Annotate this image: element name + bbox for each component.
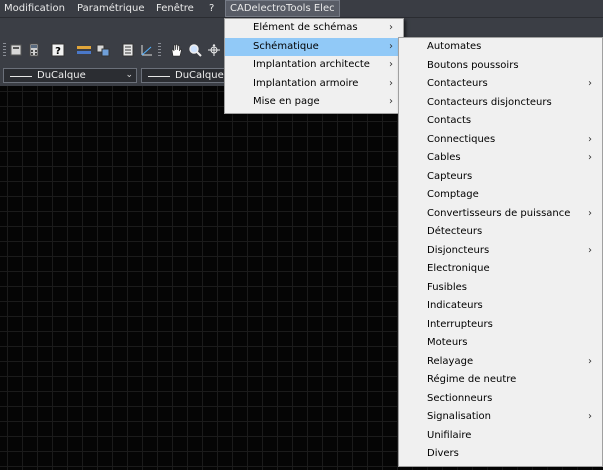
svg-text:?: ? bbox=[55, 46, 61, 57]
layer-combo-value: DuCalque bbox=[37, 70, 86, 81]
chevron-right-icon: › bbox=[389, 96, 393, 107]
submenu-item-signalisation[interactable]: Signalisation › bbox=[399, 408, 602, 427]
chevron-right-icon: › bbox=[588, 78, 592, 89]
submenu-item-interrupteurs[interactable]: Interrupteurs bbox=[399, 316, 602, 335]
submenu-item-contacteurs[interactable]: Contacteurs › bbox=[399, 75, 602, 94]
layer-state-icon[interactable] bbox=[8, 42, 24, 58]
menu-item-schematique[interactable]: Schématique › bbox=[225, 37, 403, 56]
menu-item-mise-en-page[interactable]: Mise en page › bbox=[225, 93, 403, 112]
menu-help[interactable]: ? bbox=[205, 0, 218, 17]
submenu-item-cables[interactable]: Cables › bbox=[399, 149, 602, 168]
menu-parametrique[interactable]: Paramétrique bbox=[73, 0, 149, 17]
menu-modification[interactable]: Modification bbox=[0, 0, 69, 17]
help-icon[interactable]: ? bbox=[50, 42, 66, 58]
submenu-item-indicateurs[interactable]: Indicateurs bbox=[399, 297, 602, 316]
chevron-right-icon: › bbox=[588, 355, 592, 367]
menu-item-element-de-schemas[interactable]: Elément de schémas › bbox=[225, 19, 403, 38]
schematique-submenu: Automates Boutons poussoirs Contacteurs ›… bbox=[398, 37, 603, 467]
submenu-item-disjoncteurs[interactable]: Disjoncteurs › bbox=[399, 242, 602, 261]
chevron-right-icon: › bbox=[389, 59, 393, 70]
menu-fenetre[interactable]: Fenêtre bbox=[152, 0, 198, 17]
linetype-sample bbox=[10, 76, 32, 77]
submenu-item-divers[interactable]: Divers bbox=[399, 445, 602, 464]
linetype-combo-value: DuCalque bbox=[175, 70, 224, 81]
pan-icon[interactable] bbox=[168, 42, 184, 58]
submenu-item-moteurs[interactable]: Moteurs bbox=[399, 334, 602, 353]
chevron-right-icon: › bbox=[588, 411, 592, 422]
chevron-right-icon: › bbox=[389, 22, 393, 33]
chevron-right-icon: › bbox=[588, 244, 592, 256]
chevron-right-icon: › bbox=[389, 40, 393, 52]
layer-combo[interactable]: DuCalque ⌄ bbox=[3, 68, 137, 83]
cadelectrotools-menu: Elément de schémas › Schématique › Implant… bbox=[224, 18, 404, 114]
linetype-combo[interactable]: DuCalque bbox=[141, 68, 225, 83]
properties-icon[interactable] bbox=[120, 42, 136, 58]
menubar: Modification Paramétrique Fenêtre ? CADe… bbox=[0, 0, 603, 18]
chevron-right-icon: › bbox=[588, 152, 592, 163]
submenu-item-convertisseurs-de-puissance[interactable]: Convertisseurs de puissance › bbox=[399, 205, 602, 224]
submenu-item-relayage[interactable]: Relayage › bbox=[399, 353, 602, 372]
calculator-icon[interactable] bbox=[26, 42, 42, 58]
submenu-item-comptage[interactable]: Comptage bbox=[399, 186, 602, 205]
submenu-item-contacteurs-disjoncteurs[interactable]: Contacteurs disjoncteurs bbox=[399, 94, 602, 113]
chevron-right-icon: › bbox=[588, 207, 592, 219]
submenu-item-connectiques[interactable]: Connectiques › bbox=[399, 131, 602, 150]
menu-cadelectrotools-elec[interactable]: CADelectroTools Elec bbox=[225, 0, 340, 17]
submenu-item-detecteurs[interactable]: Détecteurs bbox=[399, 223, 602, 242]
menu-item-implantation-armoire[interactable]: Implantation armoire › bbox=[225, 75, 403, 94]
submenu-item-electronique[interactable]: Electronique bbox=[399, 260, 602, 279]
chevron-right-icon: › bbox=[389, 77, 393, 89]
standard-toolbar: ? bbox=[0, 40, 240, 61]
menu-item-implantation-architecte[interactable]: Implantation architecte › bbox=[225, 56, 403, 75]
layer-icon[interactable] bbox=[76, 42, 92, 58]
toolbar-grip-icon[interactable] bbox=[3, 43, 6, 58]
submenu-item-capteurs[interactable]: Capteurs bbox=[399, 168, 602, 187]
chevron-right-icon: › bbox=[588, 133, 592, 145]
submenu-item-fusibles[interactable]: Fusibles bbox=[399, 279, 602, 298]
palette-icon[interactable] bbox=[139, 42, 155, 58]
submenu-item-automates[interactable]: Automates bbox=[399, 38, 602, 57]
submenu-item-sectionneurs[interactable]: Sectionneurs bbox=[399, 390, 602, 409]
chevron-down-icon[interactable]: ⌄ bbox=[125, 70, 133, 80]
submenu-item-unifilaire[interactable]: Unifilaire bbox=[399, 427, 602, 446]
toolbar-separator bbox=[158, 43, 161, 58]
match-properties-icon[interactable] bbox=[95, 42, 111, 58]
submenu-item-contacts[interactable]: Contacts bbox=[399, 112, 602, 131]
submenu-item-boutons-poussoirs[interactable]: Boutons poussoirs bbox=[399, 57, 602, 76]
zoom-icon[interactable] bbox=[187, 42, 203, 58]
submenu-item-regime-de-neutre[interactable]: Régime de neutre bbox=[399, 371, 602, 390]
linetype-sample bbox=[148, 76, 170, 77]
orbit-icon[interactable] bbox=[206, 42, 222, 58]
